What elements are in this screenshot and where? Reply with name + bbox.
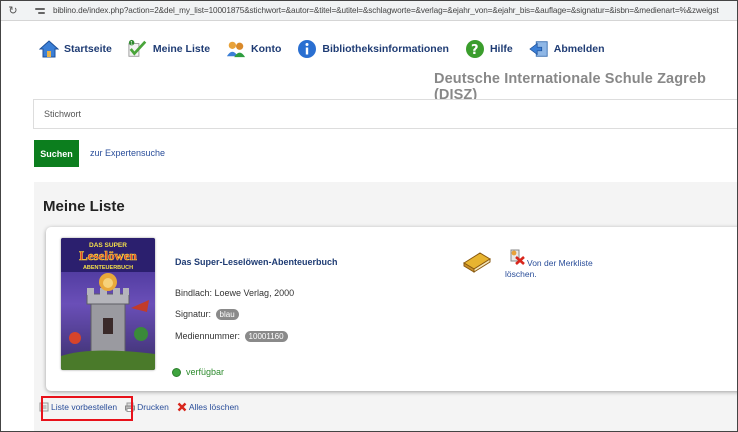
book-icon bbox=[462, 249, 492, 273]
delete-all-button[interactable]: Alles löschen bbox=[177, 402, 239, 412]
reload-icon[interactable]: ↻ bbox=[5, 4, 21, 17]
expert-search-link[interactable]: zur Expertensuche bbox=[90, 148, 165, 158]
signature-label: Signatur: bbox=[175, 309, 212, 319]
delete-icon bbox=[177, 402, 187, 412]
nav-abmelden[interactable]: Abmelden bbox=[529, 39, 605, 59]
site-settings-icon[interactable] bbox=[35, 6, 47, 16]
nav-label: Startseite bbox=[64, 43, 112, 55]
nav-hilfe[interactable]: ? Hilfe bbox=[465, 39, 513, 59]
info-icon bbox=[297, 39, 317, 59]
book-cover[interactable]: DAS SUPER Leselöwen ABENTEUERBUCH bbox=[61, 238, 155, 370]
nav-label: Konto bbox=[251, 43, 282, 55]
media-number-badge: 10001160 bbox=[244, 331, 288, 343]
media-number-label: Mediennummer: bbox=[175, 331, 241, 341]
signature-badge: blau bbox=[215, 309, 239, 321]
availability-status: verfügbar bbox=[172, 367, 224, 377]
search-field-container bbox=[33, 99, 737, 129]
nav-label: Hilfe bbox=[489, 43, 513, 55]
svg-text:?: ? bbox=[471, 43, 479, 58]
url-text[interactable]: biblino.de/index.php?action=2&del_my_lis… bbox=[53, 6, 719, 15]
page-title: Meine Liste bbox=[43, 198, 125, 215]
nav-label: Abmelden bbox=[553, 43, 605, 55]
available-icon bbox=[172, 367, 181, 377]
logout-icon bbox=[529, 39, 549, 59]
search-input[interactable] bbox=[34, 100, 737, 128]
delete-all-label: Alles löschen bbox=[188, 402, 239, 412]
address-bar: ↻ biblino.de/index.php?action=2&del_my_l… bbox=[1, 1, 737, 21]
browser-window: ↻ biblino.de/index.php?action=2&del_my_l… bbox=[0, 0, 738, 432]
nav-label: Bibliotheksinformationen bbox=[322, 43, 449, 55]
nav-startseite[interactable]: Startseite bbox=[39, 39, 112, 59]
book-signature: Signatur: blau bbox=[175, 309, 239, 321]
help-icon: ? bbox=[465, 39, 485, 59]
account-icon bbox=[226, 39, 246, 59]
book-media-number: Mediennummer: 10001160 bbox=[175, 331, 288, 343]
nav-konto[interactable]: Konto bbox=[226, 39, 281, 59]
remove-from-list-link[interactable]: Von der Merkliste löschen. bbox=[505, 258, 615, 280]
nav-meine-liste[interactable]: 1 Meine Liste bbox=[128, 39, 210, 59]
nav-bibliotheksinformationen[interactable]: Bibliotheksinformationen bbox=[297, 39, 449, 59]
list-icon: 1 bbox=[128, 39, 148, 59]
home-icon bbox=[39, 39, 59, 59]
print-label: Drucken bbox=[137, 402, 169, 412]
cover-title-line2: Leselöwen bbox=[79, 248, 138, 263]
nav-label: Meine Liste bbox=[152, 43, 211, 55]
search-button[interactable]: Suchen bbox=[34, 140, 79, 167]
highlight-box bbox=[41, 396, 133, 421]
book-publisher: Bindlach: Loewe Verlag, 2000 bbox=[175, 288, 295, 298]
main-nav: Startseite 1 Meine Liste Konto Bibliothe… bbox=[39, 39, 621, 59]
cover-title-line3: ABENTEUERBUCH bbox=[83, 265, 133, 271]
book-title-link[interactable]: Das Super-Leselöwen-Abenteuerbuch bbox=[175, 257, 338, 267]
svg-text:1: 1 bbox=[130, 40, 133, 46]
availability-text: verfügbar bbox=[186, 367, 225, 377]
